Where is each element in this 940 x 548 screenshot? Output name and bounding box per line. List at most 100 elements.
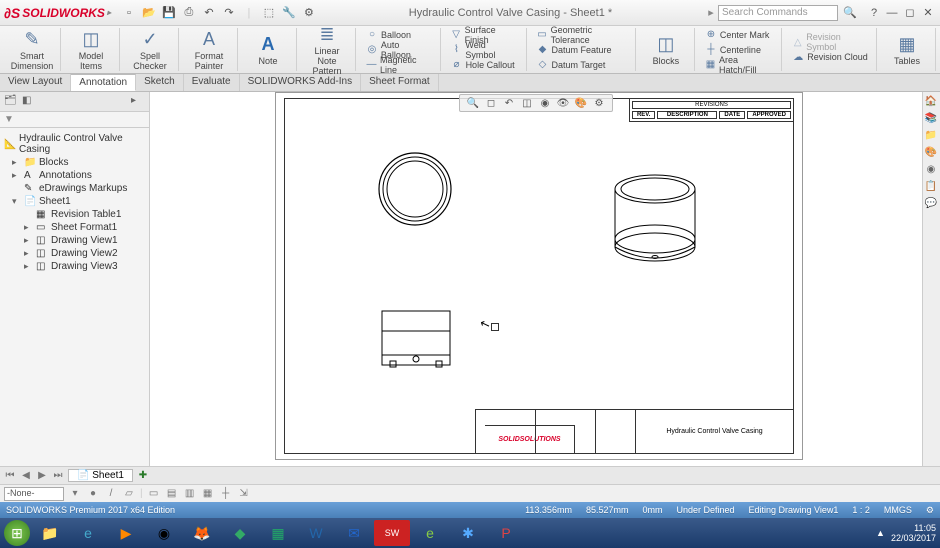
resources-icon[interactable]: 🏠: [924, 96, 938, 110]
tab-sketch[interactable]: Sketch: [136, 74, 184, 91]
filter-dropdown-icon[interactable]: ▾: [68, 488, 82, 499]
taskbar-powerpoint-icon[interactable]: P: [488, 520, 524, 546]
feature-tree-tab-icon[interactable]: 🗂: [4, 95, 18, 109]
filter-toggle6-icon[interactable]: ⇲: [237, 488, 251, 499]
taskbar-outlook-icon[interactable]: ✉: [336, 520, 372, 546]
spell-checker-button[interactable]: ✓Spell Checker: [128, 29, 172, 71]
design-library-icon[interactable]: 📚: [924, 113, 938, 127]
view-settings-icon[interactable]: ⚙: [592, 96, 606, 110]
sheet-nav-first-icon[interactable]: ⏮: [4, 470, 16, 481]
custom-props-icon[interactable]: 📋: [924, 181, 938, 195]
geometric-tolerance-button[interactable]: ▭Geometric Tolerance: [535, 28, 629, 42]
datum-feature-button[interactable]: ◆Datum Feature: [535, 43, 629, 57]
tab-addins[interactable]: SOLIDWORKS Add-Ins: [240, 74, 361, 91]
title-block[interactable]: Hydraulic Control Valve Casing: [475, 409, 793, 453]
appearances-icon[interactable]: ◉: [924, 164, 938, 178]
taskbar-solidworks-icon[interactable]: SW: [374, 520, 410, 546]
revision-cloud-button[interactable]: ☁Revision Cloud: [790, 50, 870, 64]
taskbar-word-icon[interactable]: W: [298, 520, 334, 546]
tab-evaluate[interactable]: Evaluate: [184, 74, 240, 91]
blocks-button[interactable]: ◫Blocks: [644, 34, 688, 66]
maximize-icon[interactable]: ◻: [902, 6, 918, 20]
filter-toggle3-icon[interactable]: ▥: [183, 488, 197, 499]
taskbar-ie-icon[interactable]: e: [70, 520, 106, 546]
panel-expand-icon[interactable]: ▸: [131, 95, 145, 109]
close-icon[interactable]: ✕: [920, 6, 936, 20]
taskbar-clock[interactable]: 11:05 22/03/2017: [891, 523, 936, 543]
tab-sheet-format[interactable]: Sheet Format: [361, 74, 439, 91]
weld-symbol-button[interactable]: ⌇Weld Symbol: [449, 43, 520, 57]
filter-select[interactable]: -None-: [4, 487, 64, 501]
expand-icon[interactable]: ▸: [24, 248, 33, 259]
prev-view-icon[interactable]: ↶: [502, 96, 516, 110]
hide-show-icon[interactable]: 👁: [556, 96, 570, 110]
taskbar-firefox-icon[interactable]: 🦊: [184, 520, 220, 546]
open-icon[interactable]: 📂: [141, 5, 157, 21]
filter-vertex-icon[interactable]: ●: [86, 488, 100, 499]
tree-edrawings[interactable]: ✎eDrawings Markups: [2, 182, 147, 195]
zoom-fit-icon[interactable]: 🔍: [466, 96, 480, 110]
taskbar-chrome-icon[interactable]: ◉: [146, 520, 182, 546]
tree-blocks[interactable]: ▸📁Blocks: [2, 156, 147, 169]
search-icon[interactable]: 🔍: [842, 6, 858, 19]
smart-dimension-button[interactable]: ✎Smart Dimension: [10, 29, 54, 71]
expand-icon[interactable]: ▸: [12, 170, 21, 181]
drawing-view2-front[interactable]: [380, 309, 452, 369]
filter-toggle5-icon[interactable]: ┼: [219, 488, 233, 499]
filter-edge-icon[interactable]: /: [104, 488, 118, 499]
filter-toggle2-icon[interactable]: ▤: [165, 488, 179, 499]
zoom-area-icon[interactable]: ◻: [484, 96, 498, 110]
tree-sheet1[interactable]: ▾📄Sheet1: [2, 195, 147, 208]
area-hatch-button[interactable]: ▦Area Hatch/Fill: [703, 58, 775, 72]
property-manager-tab-icon[interactable]: ◧: [22, 95, 36, 109]
file-explorer-icon[interactable]: 📁: [924, 130, 938, 144]
selection-filter-icon[interactable]: ⬚: [261, 5, 277, 21]
tables-button[interactable]: ▦Tables: [885, 34, 929, 66]
options-icon[interactable]: ⚙: [301, 5, 317, 21]
expand-icon[interactable]: ▸: [24, 222, 33, 233]
taskbar-media-icon[interactable]: ▶: [108, 520, 144, 546]
collapse-icon[interactable]: ▾: [12, 196, 21, 207]
tree-revision-table[interactable]: ▦Revision Table1: [2, 208, 147, 221]
drawing-view3-iso[interactable]: [605, 169, 705, 279]
drawing-view1-top[interactable]: [375, 149, 455, 229]
note-button[interactable]: ANote: [246, 34, 290, 66]
expand-icon[interactable]: ▸: [24, 261, 33, 272]
status-units[interactable]: MMGS: [884, 505, 912, 515]
filter-toggle1-icon[interactable]: ▭: [147, 488, 161, 499]
datum-target-button[interactable]: ◇Datum Target: [535, 58, 629, 72]
minimize-icon[interactable]: —: [884, 6, 900, 20]
redo-icon[interactable]: ↷: [221, 5, 237, 21]
undo-icon[interactable]: ↶: [201, 5, 217, 21]
tree-view2[interactable]: ▸◫Drawing View2: [2, 247, 147, 260]
view-palette-icon[interactable]: 🎨: [924, 147, 938, 161]
new-icon[interactable]: ▫: [121, 5, 137, 21]
sheet-nav-last-icon[interactable]: ⏭: [52, 470, 64, 481]
drawing-canvas[interactable]: 🔍 ◻ ↶ ◫ ◉ 👁 🎨 ⚙ REVISIONS REV. DESCRIPTI…: [150, 92, 922, 466]
filter-face-icon[interactable]: ▱: [122, 488, 136, 499]
taskbar-snip-icon[interactable]: ✱: [450, 520, 486, 546]
sheet-tab-sheet1[interactable]: 📄 Sheet1: [68, 469, 133, 482]
tree-root[interactable]: 📐Hydraulic Control Valve Casing: [2, 132, 147, 156]
expand-icon[interactable]: ▸: [12, 157, 21, 168]
display-style-icon[interactable]: ◉: [538, 96, 552, 110]
forum-icon[interactable]: 💬: [924, 198, 938, 212]
tree-annotations[interactable]: ▸AAnnotations: [2, 169, 147, 182]
expand-icon[interactable]: ▸: [24, 235, 33, 246]
linear-note-pattern-button[interactable]: ≣Linear Note Pattern: [305, 24, 349, 76]
sheet-nav-prev-icon[interactable]: ◀: [20, 470, 32, 481]
help-icon[interactable]: ?: [866, 6, 882, 20]
tree-view1[interactable]: ▸◫Drawing View1: [2, 234, 147, 247]
tree-view3[interactable]: ▸◫Drawing View3: [2, 260, 147, 273]
status-gear-icon[interactable]: ⚙: [926, 505, 934, 516]
search-toggle-icon[interactable]: ▸: [704, 6, 718, 19]
format-painter-button[interactable]: AFormat Painter: [187, 29, 231, 71]
taskbar-app1-icon[interactable]: ◆: [222, 520, 258, 546]
search-commands-input[interactable]: Search Commands: [718, 5, 838, 21]
filter-toggle4-icon[interactable]: ▦: [201, 488, 215, 499]
taskbar-edrawings-icon[interactable]: e: [412, 520, 448, 546]
filter-icon[interactable]: ▼: [4, 114, 14, 125]
start-button[interactable]: ⊞: [4, 520, 30, 546]
save-icon[interactable]: 💾: [161, 5, 177, 21]
hole-callout-button[interactable]: ⌀Hole Callout: [449, 58, 520, 72]
